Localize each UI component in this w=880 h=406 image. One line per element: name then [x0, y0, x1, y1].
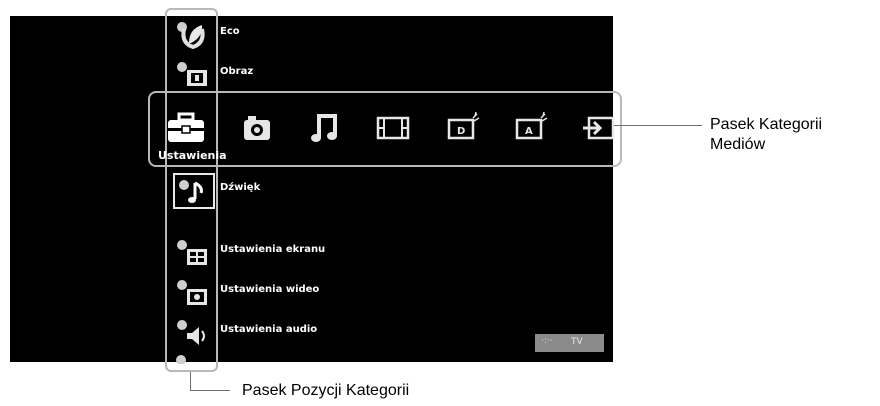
- menu-item-ustawienia-audio[interactable]: Ustawienia audio: [172, 316, 317, 348]
- items-bar-callout-hline: [190, 390, 230, 391]
- menu-item-label: Eco: [220, 26, 240, 37]
- input-source-label: TV: [571, 337, 583, 347]
- menu-item-label: Ustawienia audio: [220, 324, 318, 335]
- toolbox-icon[interactable]: [166, 110, 206, 146]
- eco-leaf-icon: [177, 22, 205, 50]
- menu-item-ustawienia-ekranu[interactable]: Ustawienia ekranu: [172, 236, 325, 268]
- media-category-label: Ustawienia: [158, 149, 227, 162]
- audio-settings-icon: [177, 320, 205, 345]
- menu-item-ustawienia-wideo[interactable]: Ustawienia wideo: [172, 276, 319, 308]
- menu-item-label: Ustawienia wideo: [220, 284, 320, 295]
- menu-item-label: Ustawienia ekranu: [220, 244, 326, 255]
- svg-text:A: A: [525, 126, 533, 137]
- menu-item-dzwiek[interactable]: Dźwięk: [172, 173, 260, 209]
- media-bar-callout-line2: Mediów: [710, 136, 766, 153]
- menu-item-eco[interactable]: Eco: [172, 18, 240, 50]
- input-icon[interactable]: [579, 110, 619, 146]
- svg-text:D: D: [457, 126, 465, 137]
- analog-tv-icon[interactable]: A: [511, 110, 551, 146]
- sound-note-icon: [179, 180, 203, 203]
- media-bar-callout-line1: Pasek Kategorii: [710, 116, 823, 133]
- options-hint-icon: ·:··: [541, 336, 553, 346]
- video-settings-icon: [177, 280, 207, 305]
- next-item-icon: [176, 355, 186, 364]
- items-bar-callout: Pasek Pozycji Kategorii: [242, 382, 410, 399]
- tv-screen: [10, 16, 613, 362]
- camera-icon[interactable]: [236, 110, 276, 146]
- film-icon[interactable]: [373, 110, 413, 146]
- media-bar-callout: Pasek Kategorii Mediów: [710, 115, 822, 155]
- media-bar-callout-line: [614, 125, 702, 126]
- input-source-badge: ·:·· TV: [535, 334, 604, 352]
- menu-item-obraz[interactable]: Obraz: [172, 58, 253, 90]
- digital-tv-icon[interactable]: D: [443, 110, 483, 146]
- music-icon[interactable]: [305, 110, 345, 146]
- menu-item-label: Obraz: [220, 66, 254, 77]
- picture-icon: [177, 62, 207, 86]
- screen-settings-icon: [177, 240, 207, 265]
- items-bar-callout-vline: [190, 372, 191, 391]
- menu-item-label: Dźwięk: [220, 182, 261, 193]
